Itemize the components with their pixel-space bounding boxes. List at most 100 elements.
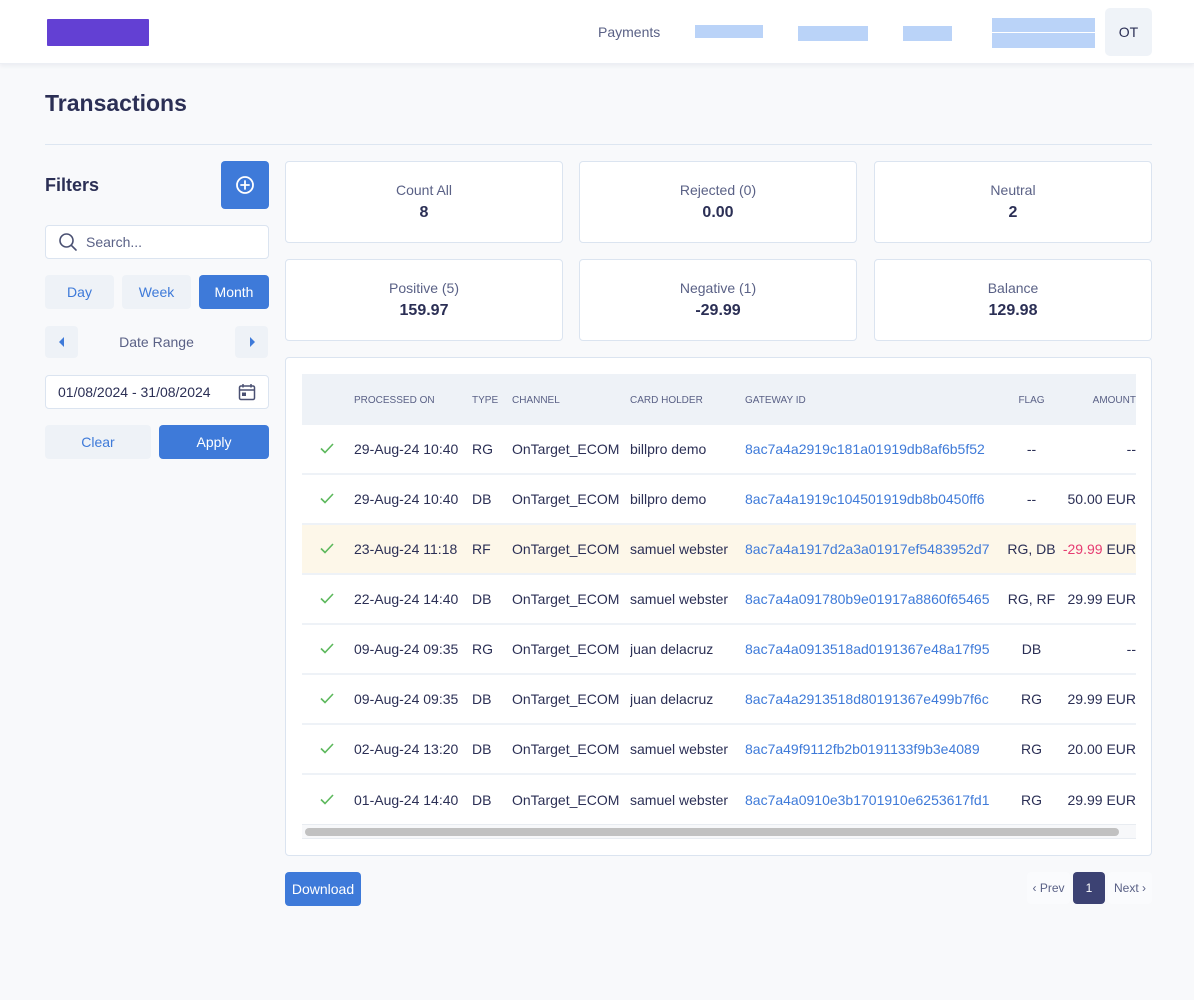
user-avatar[interactable]: OT [1105,8,1152,56]
cell-type: DB [472,491,492,507]
range-prev-button[interactable] [45,326,78,358]
period-day-button[interactable]: Day [45,275,114,309]
gateway-id-link[interactable]: 8ac7a4a2913518d80191367e499b7f6c [745,691,989,707]
col-header-flag[interactable]: Flag [1007,374,1056,424]
stat-card-count-all: Count All 8 [285,161,563,243]
calendar-icon[interactable] [238,383,256,401]
cell-channel: OnTarget_ECOM [512,791,620,808]
col-header-channel[interactable]: Channel [512,374,630,424]
brand-logo[interactable] [47,19,149,46]
cell-type: RF [472,541,491,557]
table-row[interactable]: 23-Aug-24 11:18 RF OnTarget_ECOM samuel web… [302,524,1136,574]
date-range-label: Date Range [119,334,194,350]
download-button[interactable]: Download [285,872,361,906]
nav-link-redacted-2[interactable] [798,26,868,41]
gateway-id-link[interactable]: 8ac7a4a0913518ad0191367e48a17f95 [745,641,989,657]
stat-label: Positive (5) [388,280,460,296]
col-header-gateway-id[interactable]: Gateway ID [745,374,1007,424]
gateway-id-link[interactable]: 8ac7a4a2919c181a01919db8af6b5f52 [745,441,985,457]
cell-status [302,474,354,524]
col-header-card-holder[interactable]: Card Holder [630,374,745,424]
amount-value: 29.99 [1067,691,1103,707]
cell-flag: RG [1021,691,1042,707]
filters-title: Filters [45,175,100,195]
cell-gateway-id: 8ac7a49f9112fb2b0191133f9b3e4089 [745,724,1007,774]
nav-link-payments[interactable]: Payments [598,24,660,40]
stat-card-balance: Balance 129.98 [874,259,1152,341]
check-icon [320,793,334,805]
search-field[interactable] [45,225,269,259]
gateway-id-link[interactable]: 8ac7a4a0910e3b1701910e6253617fd1 [745,792,989,808]
table-row[interactable]: 09-Aug-24 09:35 DB OnTarget_ECOM juan delac… [302,674,1136,724]
cell-type: DB [472,791,492,808]
cell-card-holder: samuel webster [630,741,729,757]
horizontal-scrollbar[interactable] [302,824,1136,839]
cell-gateway-id: 8ac7a4a2919c181a01919db8af6b5f52 [745,424,1007,474]
gateway-id-link[interactable]: 8ac7a4a1919c104501919db8b0450ff6 [745,491,985,507]
search-icon [59,233,77,251]
add-filter-button[interactable] [221,161,269,209]
check-icon [320,443,334,454]
cell-channel: OnTarget_ECOM [512,641,620,657]
clear-button[interactable]: Clear [45,425,151,459]
pagination-page-current[interactable]: 1 [1073,872,1105,904]
amount-value: 29.99 [1067,591,1103,607]
table-row[interactable]: 01-Aug-24 14:40 DB OnTarget_ECOM samuel web… [302,774,1136,824]
check-icon [320,593,334,604]
period-week-button[interactable]: Week [122,275,191,309]
cell-amount: -- [1056,424,1136,474]
cell-processed-on: 02-Aug-24 13:20 [354,741,459,757]
gateway-id-link[interactable]: 8ac7a4a091780b9e01917a8860f65465 [745,591,989,607]
date-range-value: 01/08/2024 - 31/08/2024 [58,384,211,400]
page-title: Transactions [45,90,187,116]
col-header-type[interactable]: Type [472,374,512,424]
check-icon [320,693,334,704]
amount-currency: EUR [1106,791,1136,808]
search-input[interactable] [86,234,256,250]
amount-currency: EUR [1106,741,1136,757]
table-row[interactable]: 09-Aug-24 09:35 RG OnTarget_ECOM juan delac… [302,624,1136,674]
cell-processed-on: 29-Aug-24 10:40 [354,491,459,507]
stat-value: 159.97 [399,302,449,319]
cell-type: DB [472,741,492,757]
stat-value: -29.99 [695,302,741,319]
apply-button[interactable]: Apply [159,425,269,459]
amount-value: 20.00 [1067,741,1103,757]
pagination-next[interactable]: Next › [1108,872,1152,904]
cell-processed-on: 09-Aug-24 09:35 [354,641,459,657]
cell-amount: 29.99 EUR [1056,674,1137,724]
cell-processed-on: 29-Aug-24 10:40 [354,441,459,457]
date-range-field[interactable]: 01/08/2024 - 31/08/2024 [45,375,269,409]
horizontal-scrollbar-thumb[interactable] [305,828,1119,836]
stat-value: 2 [1008,204,1018,221]
pagination-prev[interactable]: ‹ Prev [1027,872,1070,904]
cell-amount: 29.99 EUR [1056,574,1137,624]
amount-currency: EUR [1106,591,1136,607]
cell-channel: OnTarget_ECOM [512,491,620,507]
range-next-button[interactable] [235,326,268,358]
cell-amount: -29.99 EUR [1056,524,1136,574]
stat-label: Balance [987,280,1039,296]
table-row[interactable]: 29-Aug-24 10:40 DB OnTarget_ECOM billpro de… [302,474,1136,524]
table-row[interactable]: 02-Aug-24 13:20 DB OnTarget_ECOM samuel web… [302,724,1136,774]
cell-card-holder: juan delacruz [630,641,714,657]
cell-amount: -- [1056,624,1136,674]
col-header-processed-on[interactable]: Processed On [354,374,472,424]
cell-channel: OnTarget_ECOM [512,741,620,757]
period-month-button[interactable]: Month [199,275,269,309]
cell-amount: 20.00 EUR [1056,724,1137,774]
col-header-amount[interactable]: Amount [1056,374,1136,424]
gateway-id-link[interactable]: 8ac7a49f9112fb2b0191133f9b3e4089 [745,741,980,757]
table-row[interactable]: 29-Aug-24 10:40 RG OnTarget_ECOM billpro de… [302,424,1136,474]
cell-status [302,774,354,824]
caret-left-icon [58,337,64,347]
transactions-table: Processed On Type Channel Card Holder Ga… [302,374,1136,824]
transactions-table-scroll: Processed On Type Channel Card Holder Ga… [302,374,1136,840]
amount-value: 29.99 [1067,791,1103,808]
transactions-table-panel: Processed On Type Channel Card Holder Ga… [285,357,1152,856]
gateway-id-link[interactable]: 8ac7a4a1917d2a3a01917ef5483952d7 [745,541,989,557]
cell-flag: RG, RF [1007,591,1056,607]
nav-link-redacted-3[interactable] [903,26,952,41]
nav-link-redacted-1[interactable] [695,25,763,38]
table-row[interactable]: 22-Aug-24 14:40 DB OnTarget_ECOM samuel web… [302,574,1136,624]
